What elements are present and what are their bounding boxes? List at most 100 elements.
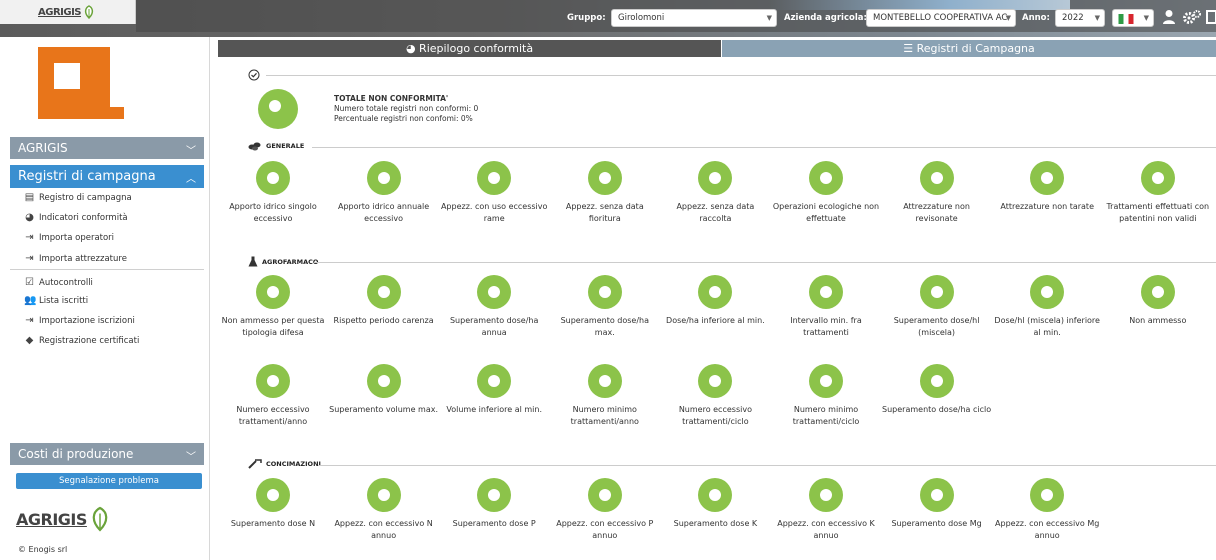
logo-mark (38, 47, 126, 119)
indicator-tile[interactable]: Numero eccessivo trattamenti/ciclo (660, 364, 770, 428)
indicator-tile[interactable]: Appezz. con uso eccessivo rame (439, 161, 549, 225)
donut-chart (587, 161, 622, 195)
sidebar-section-agrigis[interactable]: AGRIGIS ﹀ (10, 137, 204, 159)
import-icon: ⇥ (25, 232, 34, 243)
indicator-tile[interactable]: Non ammesso per questa tipologia difesa (218, 275, 328, 339)
anno-select[interactable]: 2022 ▼ (1055, 9, 1105, 27)
main-content: ◕ Riepilogo conformità ☰ Registri di Cam… (218, 37, 1216, 560)
indicator-label: Trattamenti effettuati con patentini non… (1106, 202, 1210, 223)
divider (314, 262, 1216, 263)
indicator-label: Superamento dose N (230, 519, 316, 528)
indicator-tile[interactable]: Attrezzature non tarate (992, 161, 1102, 213)
indicator-tile[interactable]: Appezz. con eccessivo K annuo (771, 478, 881, 542)
sidebar-item-lista-iscritti[interactable]: 👥 Lista iscritti (24, 295, 88, 306)
chevron-down-icon: ▼ (1094, 14, 1100, 22)
sidebar-item-autocontrolli[interactable]: ☑ Autocontrolli (24, 277, 93, 288)
leaf-icon (92, 506, 108, 532)
indicator-tile[interactable]: Superamento volume max. (329, 364, 439, 416)
indicator-tile[interactable]: Apporto idrico annuale eccessivo (329, 161, 439, 225)
indicator-label: Superamento dose/ha annua (449, 316, 539, 337)
gears-icon[interactable] (1182, 9, 1202, 25)
sidebar-item-registro-di-campagna[interactable]: ▤ Registro di campagna (24, 192, 132, 203)
indicator-tile[interactable]: Superamento dose K (660, 478, 770, 530)
list-icon: ☰ (903, 42, 914, 55)
indicator-tile[interactable]: Superamento dose P (439, 478, 549, 530)
sidebar-item-registrazione-certificati[interactable]: ◆ Registrazione certificati (24, 335, 140, 346)
top-bar: AGRIGIS Gruppo: Girolomoni ▼ Azienda agr… (0, 0, 1216, 37)
brand-name: AGRIGIS (38, 6, 82, 18)
azienda-label: Azienda agricola: (784, 13, 867, 23)
section-generale-header: GENERALE (248, 141, 304, 151)
indicator-tile[interactable]: Superamento dose/ha annua (439, 275, 549, 339)
indicator-label: Superamento dose/ha max. (560, 316, 650, 337)
sidebar-section-costi[interactable]: Costi di produzione ﹀ (10, 443, 204, 465)
azienda-select[interactable]: MONTEBELLO COOPERATIVA AC ▼ (866, 9, 1016, 27)
indicator-tile[interactable]: Numero minimo trattamenti/ciclo (771, 364, 881, 428)
indicator-tile[interactable]: Operazioni ecologiche non effettuate (771, 161, 881, 225)
section-label: Registri di campagna (18, 169, 156, 184)
indicator-tile[interactable]: Intervallo min. fra trattamenti (771, 275, 881, 339)
indicator-label: Appezz. con eccessivo K annuo (777, 519, 875, 540)
sidebar-item-label: Importa attrezzature (39, 253, 127, 264)
sidebar-item-importa-operatori[interactable]: ⇥ Importa operatori (24, 232, 114, 243)
indicator-tile[interactable]: Non ammesso (1103, 275, 1213, 327)
brand-logo[interactable]: AGRIGIS (0, 0, 136, 24)
indicator-tile[interactable]: Superamento dose N (218, 478, 328, 530)
donut-chart (1030, 161, 1065, 195)
indicator-tile[interactable]: Trattamenti effettuati con patentini non… (1103, 161, 1213, 225)
indicator-tile[interactable]: Superamento dose Mg (882, 478, 992, 530)
indicator-label: Appezz. con eccessivo Mg annuo (995, 519, 1100, 540)
indicator-tile[interactable]: Superamento dose/hl (miscela) (882, 275, 992, 339)
indicator-tile[interactable]: Appezz. con eccessivo N annuo (329, 478, 439, 542)
tab-registri-di-campagna[interactable]: ☰ Registri di Campagna (722, 40, 1216, 57)
indicator-tile[interactable]: Appezz. con eccessivo Mg annuo (992, 478, 1102, 542)
sidebar-item-importa-attrezzature[interactable]: ⇥ Importa attrezzature (24, 253, 127, 264)
summary-donut (223, 89, 333, 129)
donut-chart (698, 161, 733, 195)
tab-label: Registri di Campagna (916, 42, 1035, 55)
logout-icon[interactable] (1206, 9, 1216, 25)
sidebar-item-indicatori-conformita[interactable]: ◕ Indicatori conformità (24, 212, 127, 223)
divider (10, 269, 204, 270)
indicator-tile[interactable]: Appezz. con eccessivo P annuo (550, 478, 660, 542)
indicator-tile[interactable]: Dose/hl (miscela) inferiore al min. (992, 275, 1102, 339)
indicator-label: Dose/ha inferiore al min. (666, 316, 765, 325)
sidebar-section-registri[interactable]: Registri di campagna ︿ (10, 165, 204, 188)
indicator-label: Superamento dose K (673, 519, 758, 528)
chevron-down-icon: ▼ (1143, 14, 1149, 22)
gruppo-value: Girolomoni (618, 13, 665, 23)
indicator-label: Non ammesso per questa tipologia difesa (221, 316, 325, 337)
summary-title: TOTALE NON CONFORMITA' (334, 94, 449, 103)
indicator-label: Numero eccessivo trattamenti/ciclo (678, 405, 752, 426)
tab-riepilogo-conformita[interactable]: ◕ Riepilogo conformità (218, 40, 721, 57)
indicator-tile[interactable]: Dose/ha inferiore al min. (660, 275, 770, 327)
donut-chart (587, 478, 622, 512)
indicator-label: Dose/hl (miscela) inferiore al min. (994, 316, 1100, 337)
indicator-tile[interactable]: Volume inferiore al min. (439, 364, 549, 416)
indicator-tile[interactable]: Apporto idrico singolo eccessivo (218, 161, 328, 225)
gruppo-select[interactable]: Girolomoni ▼ (611, 9, 777, 27)
italy-flag-icon (1118, 14, 1134, 24)
indicator-tile[interactable]: Numero eccessivo trattamenti/anno (218, 364, 328, 428)
donut-chart (698, 478, 733, 512)
section-title: CONCIMAZIONI (266, 460, 321, 468)
user-icon[interactable] (1162, 9, 1176, 25)
donut-chart (258, 89, 298, 129)
indicator-tile[interactable]: Superamento dose/ha max. (550, 275, 660, 339)
indicator-tile[interactable]: Appezz. senza data raccolta (660, 161, 770, 225)
indicator-tile[interactable]: Attrezzature non revisonate (882, 161, 992, 225)
indicator-label: Superamento dose Mg (891, 519, 982, 528)
indicator-tile[interactable]: Numero minimo trattamenti/anno (550, 364, 660, 428)
sidebar-item-label: Registrazione certificati (39, 335, 140, 346)
indicator-tile[interactable]: Superamento dose/ha ciclo (882, 364, 992, 416)
indicator-tile[interactable]: Appezz. senza data fioritura (550, 161, 660, 225)
donut-chart (477, 161, 512, 195)
indicator-label: Numero minimo trattamenti/anno (570, 405, 639, 426)
indicator-label: Superamento dose P (452, 519, 536, 528)
donut-chart (809, 478, 843, 512)
report-problem-button[interactable]: Segnalazione problema (16, 473, 202, 489)
language-select[interactable]: ▼ (1112, 9, 1154, 27)
divider (312, 147, 1216, 148)
sidebar-item-importazione-iscrizioni[interactable]: ⇥ Importazione iscrizioni (24, 315, 135, 326)
indicator-tile[interactable]: Rispetto periodo carenza (329, 275, 439, 327)
